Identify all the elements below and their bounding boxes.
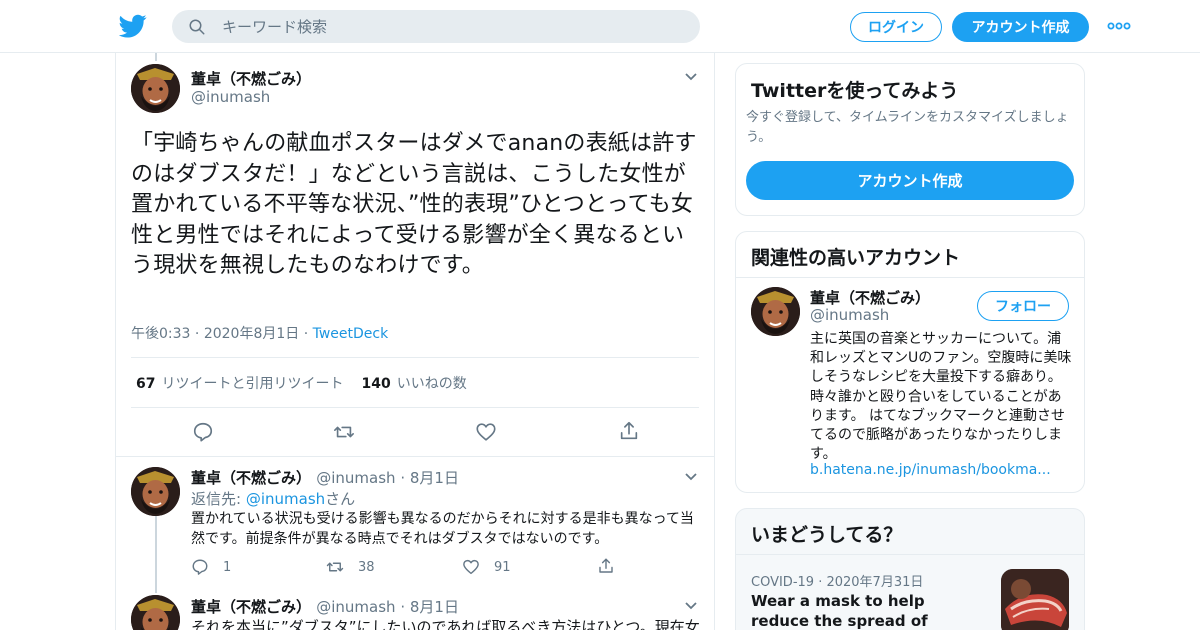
separator: · <box>395 469 410 487</box>
reply-author-line: 董卓（不燃ごみ） @inumash · 8月1日 <box>191 596 459 617</box>
search-box[interactable] <box>172 10 700 43</box>
more-icon[interactable] <box>1107 18 1131 34</box>
divider <box>736 277 1084 278</box>
related-account-name[interactable]: 董卓（不燃ごみ） <box>810 287 930 308</box>
chevron-down-icon[interactable] <box>684 72 698 82</box>
share-icon[interactable] <box>618 420 640 442</box>
chevron-down-icon[interactable] <box>684 472 698 482</box>
reply-date[interactable]: 8月1日 <box>410 469 459 487</box>
trend-category: COVID-19 <box>751 575 815 590</box>
reply-icon[interactable] <box>192 421 214 443</box>
related-account-link[interactable]: b.hatena.ne.jp/inumash/bookma... <box>810 462 1051 478</box>
retweet-count: 38 <box>358 559 375 575</box>
reply-author-handle[interactable]: @inumash <box>316 598 395 616</box>
avatar[interactable] <box>751 287 800 336</box>
search-icon <box>189 19 205 35</box>
thread-line <box>155 516 157 590</box>
retweet-icon <box>326 562 344 572</box>
like-icon <box>463 559 479 575</box>
reply-author-name[interactable]: 董卓（不燃ごみ） <box>191 469 311 487</box>
replying-to-link[interactable]: @inumash <box>246 490 325 508</box>
search-input[interactable] <box>222 10 682 43</box>
twitter-bird-icon[interactable] <box>119 12 147 40</box>
avatar[interactable] <box>131 64 180 113</box>
reply-action-like[interactable]: 91 <box>462 558 511 576</box>
like-count: 91 <box>494 559 511 575</box>
trends-card: いまどうしてる？ COVID-19 · 2020年7月31日 Wear a ma… <box>735 508 1085 630</box>
avatar[interactable] <box>131 595 180 630</box>
related-account-bio: 主に英国の音楽とサッカーについて。浦和レッズとマンUのファン。空腹時に美味しそう… <box>810 331 1072 463</box>
tweet-author-name[interactable]: 董卓（不燃ごみ） <box>191 68 311 89</box>
reply-tweet[interactable]: 董卓（不燃ごみ） @inumash · 8月1日 返信先: @inumashさん… <box>116 457 714 590</box>
related-accounts-title: 関連性の高いアカウント <box>751 247 961 269</box>
retweets-stat[interactable]: 67 リツイートと引用リツイート <box>136 376 343 392</box>
likes-stat[interactable]: 140 いいねの数 <box>361 376 466 392</box>
avatar[interactable] <box>131 467 180 516</box>
reply-icon <box>192 559 208 575</box>
signup-card-title: Twitterを使ってみよう <box>751 80 959 102</box>
separator: · <box>395 598 410 616</box>
timeline: 董卓（不燃ごみ） @inumash 「宇崎ちゃんの献血ポスターはダメでananの… <box>115 53 715 630</box>
reply-author-line: 董卓（不燃ごみ） @inumash · 8月1日 <box>191 467 459 488</box>
trend-image[interactable] <box>1001 569 1069 630</box>
reply-action-retweet[interactable]: 38 <box>326 558 375 576</box>
reply-author-handle[interactable]: @inumash <box>316 469 395 487</box>
reply-count: 1 <box>223 559 232 575</box>
trend-headline[interactable]: Wear a mask to help reduce the spread of… <box>751 591 981 630</box>
trend-date: 2020年7月31日 <box>826 575 924 590</box>
follow-button[interactable]: フォロー <box>977 291 1069 321</box>
login-button[interactable]: ログイン <box>850 12 942 42</box>
reply-date[interactable]: 8月1日 <box>410 598 459 616</box>
tweet-source-link[interactable]: TweetDeck <box>313 326 389 342</box>
tweet-text: 「宇崎ちゃんの献血ポスターはダメでananの表紙は許すのはダブスタだ！」などとい… <box>131 131 697 278</box>
avatar-image <box>131 467 180 516</box>
chevron-down-icon[interactable] <box>684 601 698 611</box>
signup-button[interactable]: アカウント作成 <box>952 12 1089 42</box>
tweet-date[interactable]: 2020年8月1日 <box>204 326 299 342</box>
divider <box>131 357 699 358</box>
avatar-image <box>751 287 800 336</box>
avatar-image <box>131 64 180 113</box>
avatar-image <box>131 595 180 630</box>
like-icon[interactable] <box>475 421 497 443</box>
related-accounts-card: 関連性の高いアカウント 董卓（不燃ごみ） @inumash フォロー 主に英国の… <box>735 231 1085 493</box>
tweet-author-handle[interactable]: @inumash <box>191 88 270 106</box>
trends-title: いまどうしてる？ <box>751 524 903 546</box>
reply-action-share[interactable] <box>597 557 629 575</box>
top-bar: ログイン アカウント作成 <box>0 0 1200 53</box>
tweet-time[interactable]: 午後0:33 <box>131 326 190 342</box>
divider <box>736 554 1084 555</box>
reply-text: それを本当に”ダブスタ”にしたいのであれば取るべき方法はひとつ。現在女 <box>191 618 700 630</box>
retweet-icon[interactable] <box>333 421 355 443</box>
signup-card: Twitterを使ってみよう 今すぐ登録して、タイムラインをカスタマイズしましょ… <box>735 63 1085 216</box>
trend-meta: COVID-19 · 2020年7月31日 <box>751 575 924 590</box>
related-account-handle[interactable]: @inumash <box>810 306 889 324</box>
tweet-stats: 67 リツイートと引用リツイート 140 いいねの数 <box>136 373 467 393</box>
replying-to: 返信先: @inumashさん <box>191 490 356 508</box>
signup-card-button[interactable]: アカウント作成 <box>746 161 1074 200</box>
reply-text: 置かれている状況も受ける影響も異なるのだからそれに対する是非も異なって当然です。… <box>191 511 694 547</box>
tweet-timestamp: 午後0:33 · 2020年8月1日 · TweetDeck <box>131 326 389 342</box>
reply-tweet[interactable]: 董卓（不燃ごみ） @inumash · 8月1日 それを本当に”ダブスタ”にした… <box>116 589 714 630</box>
divider <box>131 407 699 408</box>
thread-line <box>155 53 157 61</box>
trend-image-graphic <box>1001 569 1069 630</box>
share-icon <box>599 558 613 573</box>
reply-action-reply[interactable]: 1 <box>191 558 231 576</box>
thread-line <box>155 589 157 593</box>
signup-card-subtitle: 今すぐ登録して、タイムラインをカスタマイズしましょう。 <box>746 110 1069 145</box>
reply-author-name[interactable]: 董卓（不燃ごみ） <box>191 598 311 616</box>
